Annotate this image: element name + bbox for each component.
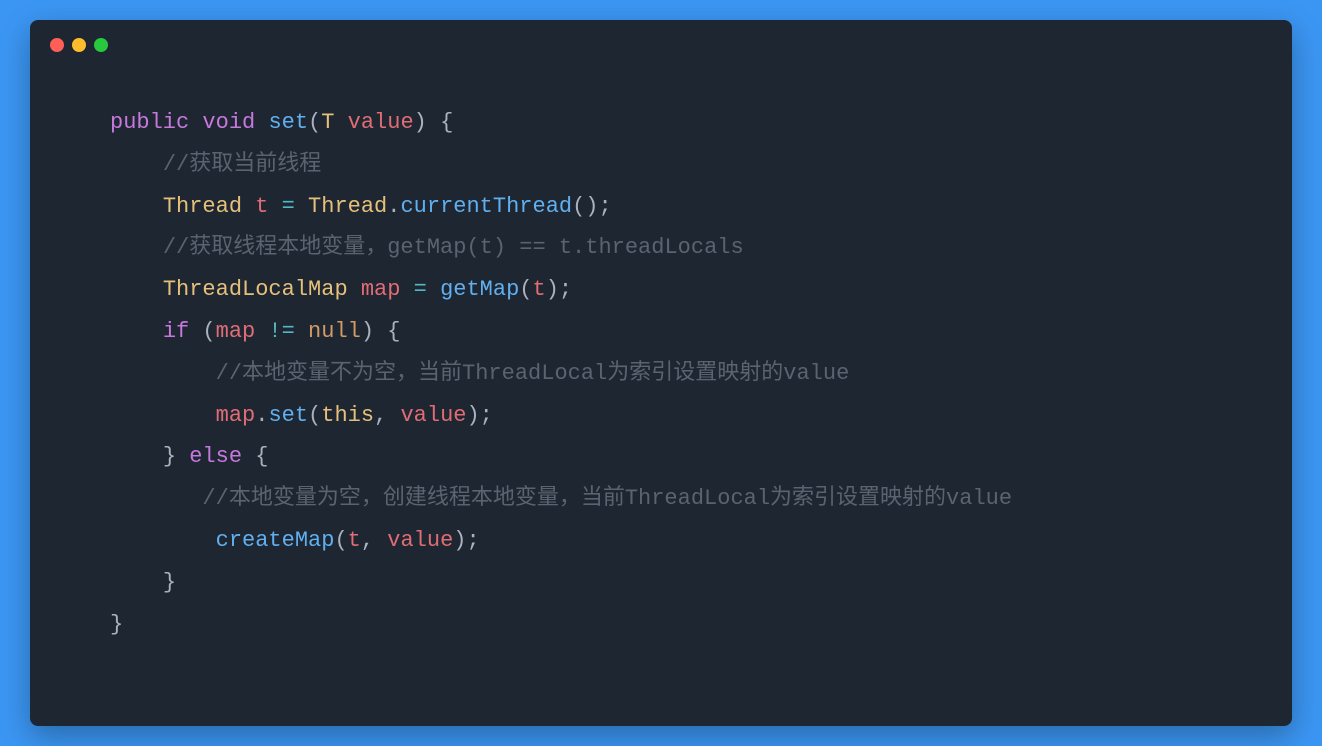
open-paren: (	[308, 403, 321, 428]
comma: ,	[361, 528, 387, 553]
close-icon[interactable]	[50, 38, 64, 52]
var-value: value	[400, 403, 466, 428]
keyword-if: if	[163, 319, 189, 344]
space	[242, 194, 255, 219]
close-paren-brace: ) {	[361, 319, 401, 344]
op-assign: =	[400, 277, 440, 302]
open-paren: (	[202, 319, 215, 344]
keyword-null: null	[308, 319, 361, 344]
close-paren-semi: );	[453, 528, 479, 553]
comma: ,	[374, 403, 400, 428]
var-map: map	[216, 403, 256, 428]
comment-line: //本地变量为空，创建线程本地变量，当前ThreadLocal为索引设置映射的v…	[202, 486, 1012, 511]
method-createMap: createMap	[216, 528, 335, 553]
code-block: public void set(T value) { //获取当前线程 Thre…	[30, 52, 1292, 685]
minimize-icon[interactable]	[72, 38, 86, 52]
type-param-T: T	[321, 110, 334, 135]
var-map: map	[361, 277, 401, 302]
keyword-public: public	[110, 110, 189, 135]
close-paren-semi: );	[546, 277, 572, 302]
comment-line: //获取当前线程	[163, 152, 321, 177]
comment-line: //获取线程本地变量，getMap(t) == t.threadLocals	[163, 235, 744, 260]
close-brace: }	[163, 570, 176, 595]
keyword-else: else	[189, 444, 242, 469]
code-window: public void set(T value) { //获取当前线程 Thre…	[30, 20, 1292, 726]
param-value: value	[348, 110, 414, 135]
type-ThreadLocalMap: ThreadLocalMap	[163, 277, 348, 302]
op-assign: =	[268, 194, 308, 219]
window-titlebar	[30, 20, 1292, 52]
close-paren-semi: );	[466, 403, 492, 428]
space	[348, 277, 361, 302]
var-value: value	[387, 528, 453, 553]
dot: .	[255, 403, 268, 428]
open-paren: (	[308, 110, 321, 135]
space	[189, 319, 202, 344]
op-neq: !=	[255, 319, 308, 344]
comment-line: //本地变量不为空，当前ThreadLocal为索引设置映射的value	[216, 361, 850, 386]
method-set: set	[268, 403, 308, 428]
method-getMap: getMap	[440, 277, 519, 302]
dot: .	[387, 194, 400, 219]
var-t: t	[255, 194, 268, 219]
method-name-set: set	[268, 110, 308, 135]
space	[334, 110, 347, 135]
close-brace: }	[110, 612, 123, 637]
maximize-icon[interactable]	[94, 38, 108, 52]
close-brace: }	[163, 444, 189, 469]
paren-semi: ();	[572, 194, 612, 219]
var-t: t	[348, 528, 361, 553]
var-t: t	[533, 277, 546, 302]
type-Thread: Thread	[163, 194, 242, 219]
open-paren: (	[519, 277, 532, 302]
keyword-this: this	[321, 403, 374, 428]
keyword-void: void	[202, 110, 255, 135]
var-map: map	[216, 319, 256, 344]
class-Thread: Thread	[308, 194, 387, 219]
close-paren-brace: ) {	[414, 110, 454, 135]
method-currentThread: currentThread	[400, 194, 572, 219]
open-brace: {	[242, 444, 268, 469]
open-paren: (	[334, 528, 347, 553]
